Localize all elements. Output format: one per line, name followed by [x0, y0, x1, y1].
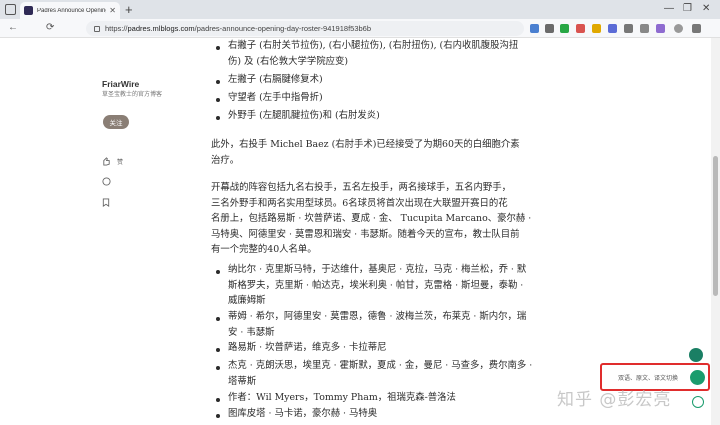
- help-icon[interactable]: [692, 396, 704, 408]
- bullet-dot: [216, 414, 220, 418]
- bullet-dot: [216, 116, 220, 120]
- bullet-line: 安 · 韦瑟斯: [228, 326, 275, 338]
- clap-icon: [103, 156, 110, 166]
- translate-icon[interactable]: [690, 370, 705, 385]
- tab-title: Padres Announce Opening Day: [37, 7, 106, 14]
- bullet-line: 斯格罗夫，克里斯 · 帕达克，埃米利奥 · 帕甘，克雷格 · 斯坦曼，泰勒 ·: [228, 279, 524, 291]
- tab-padres[interactable]: Padres Announce Opening Day ✕: [20, 2, 120, 19]
- bullet-line: 伤) 及 (右伦敦大学学院应变): [228, 55, 349, 67]
- bullet-dot: [216, 366, 220, 370]
- comment-icon: [102, 176, 111, 186]
- url-text: https://padres.mlblogs.com/padres-announ…: [105, 24, 372, 33]
- bullet-line: 作者：Wil Myers，Tommy Pham，祖瑞克森-普洛法: [228, 392, 456, 403]
- maximize-icon[interactable]: ❐: [683, 3, 692, 15]
- bullet-line: 路易斯 · 坎普萨诺，维克多 · 卡拉蒂尼: [228, 342, 387, 353]
- avatar-icon[interactable]: [674, 24, 683, 33]
- site-favicon-icon: [24, 6, 33, 15]
- bookmark-action[interactable]: [102, 196, 162, 208]
- like-action[interactable]: 赞: [102, 155, 162, 167]
- paragraph-line: 马特奥、阿德里安 · 莫雷恩和瑞安 · 韦瑟斯。随着今天的宣布，教士队目前: [211, 228, 520, 240]
- lock-icon: [94, 25, 100, 32]
- paragraph-line: 有一个完整的40人名单。: [211, 244, 317, 255]
- bullet-line: 右撇子 (右肘关节拉伤), (右小腿拉伤), (右肘扭伤), (右内收肌腹股沟扭: [228, 40, 519, 51]
- paragraph-line: 治疗。: [211, 154, 240, 166]
- browser-toolbar: ← ⟳ https://padres.mlblogs.com/padres-an…: [0, 19, 720, 38]
- more-menu-icon[interactable]: [692, 24, 701, 33]
- like-label: 赞: [117, 159, 124, 166]
- reader-icon[interactable]: [545, 24, 554, 33]
- author-description: 草圣宝教士的官方博客: [102, 92, 163, 98]
- bullet-dot: [216, 398, 220, 402]
- bullet-line: 蒂姆 · 希尔，阿德里安 · 莫雷恩，德鲁 · 波梅兰茨，布莱克 · 斯内尔，瑞: [228, 311, 527, 322]
- bullet-line: 威廉姆斯: [228, 295, 266, 306]
- refresh-icon[interactable]: ⟳: [46, 22, 54, 34]
- collections-icon[interactable]: [640, 24, 649, 33]
- comment-action[interactable]: [102, 175, 162, 187]
- bullet-line: 外野手 (左腿肌腱拉伤)和 (右肘发炎): [228, 110, 380, 121]
- bullet-line: 左撇子 (右膈腱修复术): [228, 74, 323, 85]
- tab-strip: Padres Announce Opening Day ✕ + — ❐ ✕: [0, 0, 720, 19]
- extension-red-icon[interactable]: [576, 24, 585, 33]
- bookmark-icon: [102, 197, 110, 207]
- profile-icon[interactable]: [656, 24, 665, 33]
- bullet-dot: [216, 317, 220, 321]
- paragraph-line: 名册上，包括路易斯 · 坎普萨诺、夏成 · 金、 Tucupita Marcan…: [211, 213, 532, 224]
- bullet-dot: [216, 270, 220, 274]
- paragraph-line: 开幕战的阵容包括九名右投手，五名左投手，两名接球手，五名内野手，: [211, 182, 512, 193]
- bullet-dot: [216, 46, 220, 50]
- close-window-icon[interactable]: ✕: [702, 3, 710, 15]
- extension-icon[interactable]: [530, 24, 539, 33]
- bullet-dot: [216, 348, 220, 352]
- bullet-line: 守望者 (左手中指骨折): [228, 92, 323, 103]
- favorites-icon[interactable]: [624, 24, 633, 33]
- page-scrollbar[interactable]: [711, 38, 720, 425]
- author-name[interactable]: FriarWire: [102, 79, 139, 89]
- translate-toggle-label: 双语、原文、译文切换: [618, 376, 679, 382]
- tab-close-icon[interactable]: ✕: [109, 6, 116, 15]
- bullet-dot: [216, 80, 220, 84]
- extension-yellow-icon[interactable]: [592, 24, 601, 33]
- follow-button[interactable]: 关注: [103, 115, 129, 129]
- minimize-icon[interactable]: —: [664, 3, 674, 15]
- back-icon[interactable]: ←: [8, 22, 18, 34]
- bullet-line: 杰克 · 克朗沃思，埃里克 · 霍斯默，夏成 · 金，曼尼 · 马查多，费尔南多…: [228, 360, 533, 371]
- tab-actions-icon[interactable]: [5, 4, 16, 15]
- bullet-line: 图库皮塔 · 马卡诺，豪尔赫 · 马特奥: [228, 408, 378, 419]
- extension-blue-icon[interactable]: [608, 24, 617, 33]
- paragraph-line: 此外，右投手 Michel Baez (右肘手术)已经接受了为期60天的白细胞介…: [211, 139, 520, 150]
- watermark: 知乎 @彭宏亮: [557, 390, 672, 410]
- bullet-line: 塔蒂斯: [228, 375, 257, 387]
- new-tab-button[interactable]: +: [125, 2, 133, 17]
- bullet-dot: [216, 98, 220, 102]
- extension-green-icon[interactable]: [560, 24, 569, 33]
- address-bar[interactable]: https://padres.mlblogs.com/padres-announ…: [86, 21, 524, 36]
- paragraph-line: 三名外野手和两名实用型球员。6名球员将首次出现在大联盟开赛日的花: [211, 197, 508, 209]
- bullet-line: 纳比尔 · 克里斯马特，于达维什，基奥尼 · 克拉，马克 · 梅兰松，乔 · 默: [228, 264, 527, 275]
- scroll-thumb[interactable]: [713, 156, 718, 296]
- assistant-icon[interactable]: [689, 348, 703, 362]
